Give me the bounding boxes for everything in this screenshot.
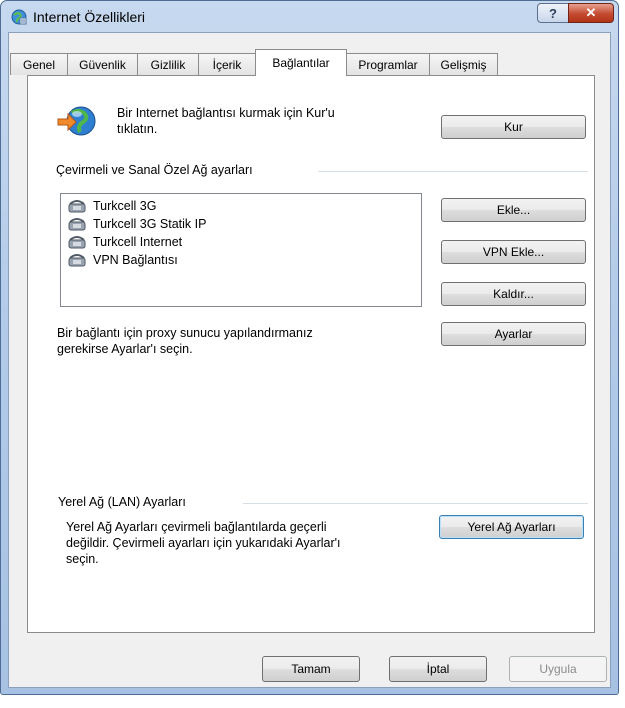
tab-genel[interactable]: Genel [10, 53, 68, 75]
add-vpn-button[interactable]: VPN Ekle... [441, 240, 586, 264]
apply-button[interactable]: Uygula [509, 656, 607, 682]
tab-guvenlik[interactable]: Güvenlik [67, 53, 138, 75]
dialup-connection-icon [68, 236, 86, 249]
globe-setup-icon [57, 106, 96, 136]
tab-baglantilar[interactable]: Bağlantılar [255, 49, 347, 76]
connection-name: Turkcell 3G Statik IP [93, 217, 207, 231]
tab-programlar[interactable]: Programlar [346, 53, 430, 75]
lan-text-line2: değildir. Çevirmeli ayarları için yukarı… [66, 536, 341, 550]
connection-name: Turkcell 3G [93, 199, 157, 213]
connection-name: VPN Bağlantısı [93, 253, 178, 267]
internet-options-icon [11, 9, 27, 25]
lan-settings-button[interactable]: Yerel Ağ Ayarları [439, 515, 584, 539]
setup-text-line1: Bir Internet bağlantısı kurmak için Kur'… [117, 106, 335, 120]
proxy-settings-button[interactable]: Ayarlar [441, 322, 586, 346]
vpn-connection-icon [68, 254, 86, 267]
lan-group-divider [243, 503, 588, 504]
connections-listbox[interactable]: Turkcell 3G Turkcell 3G Statik IP Turkce… [60, 193, 422, 307]
remove-button[interactable]: Kaldır... [441, 282, 586, 306]
dialup-connection-icon [68, 218, 86, 231]
list-item[interactable]: Turkcell Internet [67, 233, 182, 251]
ok-button[interactable]: Tamam [262, 656, 360, 682]
tab-gelismis[interactable]: Gelişmiş [429, 53, 498, 75]
title-bar[interactable]: Internet Özellikleri ? ✕ [1, 1, 618, 33]
list-item[interactable]: Turkcell 3G [67, 197, 156, 215]
help-button[interactable]: ? [537, 3, 569, 23]
proxy-text-line2: gerekirse Ayarlar'ı seçin. [57, 342, 193, 356]
setup-button[interactable]: Kur [441, 115, 586, 139]
tab-gizlilik[interactable]: Gizlilik [137, 53, 199, 75]
list-item[interactable]: Turkcell 3G Statik IP [67, 215, 206, 233]
lan-group-label: Yerel Ağ (LAN) Ayarları [58, 495, 186, 509]
lan-text-line3: seçin. [66, 552, 99, 566]
add-button[interactable]: Ekle... [441, 198, 586, 222]
dialup-group-label: Çevirmeli ve Sanal Özel Ağ ayarları [56, 163, 253, 177]
window-title: Internet Özellikleri [33, 9, 146, 25]
setup-text-line2: tıklatın. [117, 122, 158, 136]
dialup-group-divider [318, 171, 588, 172]
close-button[interactable]: ✕ [568, 3, 614, 23]
dialup-connection-icon [68, 200, 86, 213]
list-item[interactable]: VPN Bağlantısı [67, 251, 178, 269]
lan-text-line1: Yerel Ağ Ayarları çevirmeli bağlantılard… [66, 520, 327, 534]
tab-icerik[interactable]: İçerik [198, 53, 256, 75]
connection-name: Turkcell Internet [93, 235, 183, 249]
proxy-text-line1: Bir bağlantı için proxy sunucu yapılandı… [57, 326, 313, 340]
cancel-button[interactable]: İptal [389, 656, 487, 682]
